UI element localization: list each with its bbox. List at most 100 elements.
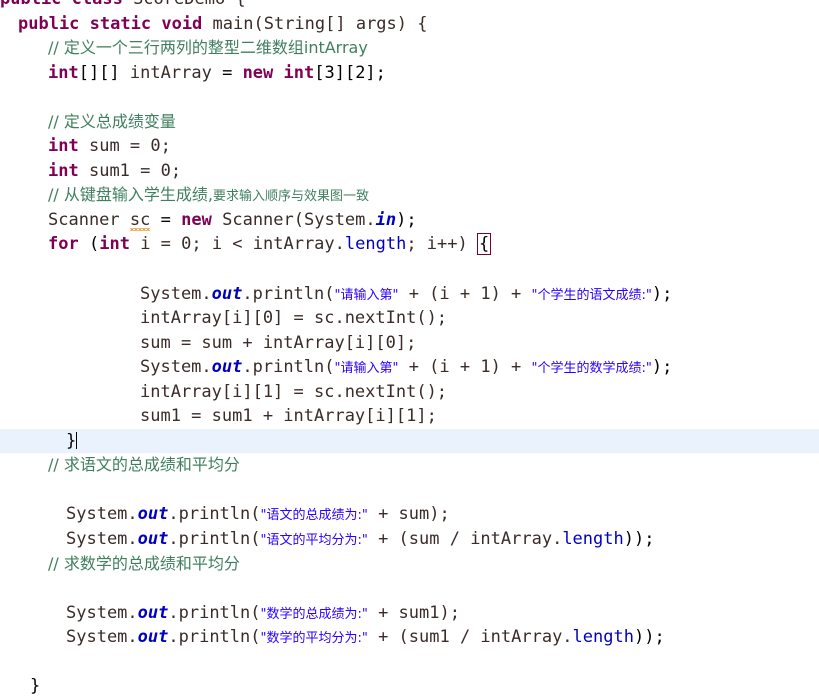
code-token-tail-3: + sum); xyxy=(367,504,450,525)
code-token-println-5: .println( xyxy=(168,602,261,623)
code-token-int-sum: int xyxy=(48,136,79,157)
code-token-avg-expr-1: + (sum / intArray. xyxy=(367,529,563,550)
code-line-7[interactable]: int sum = 0; xyxy=(0,134,819,159)
code-token-system-5: System. xyxy=(66,602,138,623)
comment-define-array: // 定义一个三行两列的整型二维数组intArray xyxy=(48,38,368,58)
code-line-28-blank[interactable] xyxy=(0,650,819,675)
code-line-9[interactable]: // 从键盘输入学生成绩,要求输入顺序与效果图一致 xyxy=(0,183,819,208)
code-line-27[interactable]: System.out.println("数学的平均分为:" + (sum1 / … xyxy=(0,625,819,650)
code-line-17[interactable]: intArray[i][1] = sc.nextInt(); xyxy=(0,380,819,405)
code-token-println-2: .println( xyxy=(242,357,335,378)
code-token-out-4: out xyxy=(137,529,169,550)
code-token-int-i: int xyxy=(99,234,130,255)
code-token-scanner-ctor: Scanner(System. xyxy=(222,209,376,230)
code-token-for: for xyxy=(48,234,79,255)
code-token-system-3: System. xyxy=(66,504,138,525)
code-token-method-closing-brace: } xyxy=(30,676,41,697)
code-token-loop-init: i = 0; i < intArray. xyxy=(140,234,345,255)
code-line-22[interactable]: System.out.println("语文的总成绩为:" + sum); xyxy=(0,502,819,527)
code-token-println-6: .println( xyxy=(168,627,261,648)
code-token-int: int xyxy=(48,62,79,83)
code-line-11[interactable]: for (int i = 0; i < intArray.length; i++… xyxy=(0,232,819,257)
code-line-5-blank[interactable] xyxy=(0,85,819,110)
string-math-total: "数学的总成绩为:" xyxy=(260,606,368,622)
code-line-14[interactable]: intArray[i][0] = sc.nextInt(); xyxy=(0,306,819,331)
code-token-public: public xyxy=(18,13,80,34)
code-token-assign-math-score: intArray[i][1] = sc.nextInt(); xyxy=(140,381,448,402)
code-line-12-blank[interactable] xyxy=(0,257,819,282)
code-token-out-6: out xyxy=(137,627,169,648)
code-token-out-1: out xyxy=(211,283,243,304)
code-token-scanner-type: Scanner xyxy=(48,209,120,230)
string-chinese-score: "个学生的语文成绩:" xyxy=(531,287,652,303)
string-prompt-enter-1: "请输入第" xyxy=(334,287,399,303)
code-token-sum-accumulate: sum = sum + intArray[i][0]; xyxy=(140,332,417,353)
code-line-8[interactable]: int sum1 = 0; xyxy=(0,159,819,184)
code-line-10[interactable]: Scanner sc = new Scanner(System.in); xyxy=(0,208,819,233)
string-math-score: "个学生的数学成绩:" xyxy=(531,361,652,377)
code-token-concat-2: + (i + 1) + xyxy=(398,357,532,378)
code-token-int-sum1: int xyxy=(48,160,79,181)
code-token-static: static xyxy=(89,13,152,34)
code-token-tail-5: + sum1); xyxy=(367,602,460,623)
code-token-int-2: int xyxy=(283,62,315,83)
code-token-println-1: .println( xyxy=(242,283,335,304)
code-token-paren-open: ( xyxy=(88,234,100,255)
code-line-21-blank[interactable] xyxy=(0,478,819,503)
code-line-6[interactable]: // 定义总成绩变量 xyxy=(0,110,819,135)
code-line-18[interactable]: sum1 = sum1 + intArray[i][1]; xyxy=(0,404,819,429)
code-token-println-4: .println( xyxy=(168,529,261,550)
code-token-concat-1: + (i + 1) + xyxy=(398,283,532,304)
code-token-class-name: ScoreDemo { xyxy=(123,0,246,9)
code-line-29[interactable]: } xyxy=(0,674,819,699)
code-line-26[interactable]: System.out.println("数学的总成绩为:" + sum1); xyxy=(0,601,819,626)
code-editor[interactable]: public class ScoreDemo { public static v… xyxy=(0,0,819,696)
code-token-length-2: length xyxy=(562,529,624,550)
code-line-25-blank[interactable] xyxy=(0,576,819,601)
code-token-system-in: in xyxy=(375,209,397,230)
comment-chinese-total-avg: // 求语文的总成绩和平均分 xyxy=(48,455,240,475)
code-line-16[interactable]: System.out.println("请输入第" + (i + 1) + "个… xyxy=(0,355,819,380)
code-line-20[interactable]: // 求语文的总成绩和平均分 xyxy=(0,453,819,478)
code-token-dims: [3][2]; xyxy=(314,62,386,83)
matching-bracket-highlight: { xyxy=(476,233,492,256)
code-line-23[interactable]: System.out.println("语文的平均分为:" + (sum / i… xyxy=(0,527,819,552)
code-token-println-3: .println( xyxy=(168,504,261,525)
code-token-out-5: out xyxy=(137,602,169,623)
code-token-array-brackets: [][] xyxy=(78,62,120,83)
comment-total-score-var: // 定义总成绩变量 xyxy=(48,111,176,131)
code-line-15[interactable]: sum = sum + intArray[i][0]; xyxy=(0,331,819,356)
code-line-24[interactable]: // 求数学的总成绩和平均分 xyxy=(0,552,819,577)
code-line-2[interactable]: public static void main(String[] args) { xyxy=(0,12,819,37)
code-token-void: void xyxy=(161,13,203,34)
code-token-system-1: System. xyxy=(140,283,212,304)
code-token-intarray-var: intArray xyxy=(129,62,212,83)
string-chinese-average: "语文的平均分为:" xyxy=(260,533,368,549)
code-token-closing-brace: } xyxy=(66,430,77,451)
code-token-sc-warning: sc xyxy=(129,208,151,233)
code-token-tail-2: ); xyxy=(651,357,673,378)
code-token-assign-sc: = xyxy=(160,209,171,230)
code-token-system-2: System. xyxy=(140,357,212,378)
code-token-new-scanner: new xyxy=(181,209,212,230)
code-token-sum1-accumulate: sum1 = sum1 + intArray[i][1]; xyxy=(140,406,437,427)
code-line-19-current[interactable]: } xyxy=(0,428,819,454)
code-token-length-3: length xyxy=(572,627,634,648)
code-token-loop-cond: ; i++) xyxy=(406,234,478,255)
code-token-tail-6: )); xyxy=(633,627,665,648)
code-line-1[interactable]: public class ScoreDemo { xyxy=(0,0,819,12)
code-line-3[interactable]: // 定义一个三行两列的整型二维数组intArray xyxy=(0,36,819,61)
code-line-13[interactable]: System.out.println("请输入第" + (i + 1) + "个… xyxy=(0,282,819,307)
code-token-length-1: length xyxy=(344,234,407,255)
code-token-sum1-decl: sum1 = 0; xyxy=(88,160,182,181)
string-prompt-enter-2: "请输入第" xyxy=(334,361,399,377)
code-token-out-2: out xyxy=(211,357,243,378)
code-token-scanner-tail: ); xyxy=(396,209,417,230)
code-token-system-6: System. xyxy=(66,627,138,648)
code-token-new: new xyxy=(242,62,274,83)
code-token-sum-decl: sum = 0; xyxy=(88,136,171,157)
comment-keyboard-input-note: 要求输入顺序与效果图一致 xyxy=(212,189,369,205)
code-token-assign-chinese-score: intArray[i][0] = sc.nextInt(); xyxy=(140,308,448,329)
string-chinese-total: "语文的总成绩为:" xyxy=(260,508,368,524)
code-line-4[interactable]: int[][] intArray = new int[3][2]; xyxy=(0,61,819,86)
